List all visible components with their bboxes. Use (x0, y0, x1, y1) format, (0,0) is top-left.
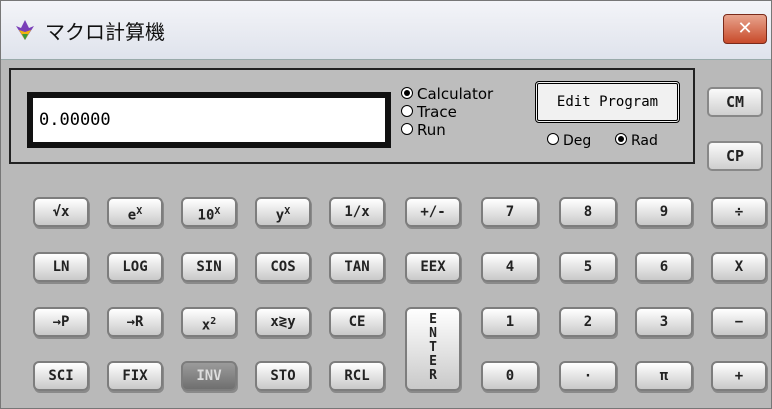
radio-icon (401, 105, 413, 117)
digit-7-key[interactable]: 7 (481, 197, 539, 227)
angle-rad-radio[interactable]: Rad (615, 133, 658, 149)
radio-selected-icon (401, 87, 413, 99)
angle-deg-radio[interactable]: Deg (547, 133, 591, 149)
calculator-window: マクロ計算機 ✕ 0.00000 Calculator Trace Run Ed… (0, 0, 772, 409)
sqrt-key[interactable]: √x (33, 197, 89, 227)
square-key[interactable]: x2 (181, 307, 237, 337)
divide-key[interactable]: ÷ (711, 197, 767, 227)
exp-key-base: e (127, 207, 137, 224)
cp-button[interactable]: CP (707, 141, 763, 171)
window-title: マクロ計算機 (45, 20, 165, 44)
sin-key[interactable]: SIN (181, 252, 237, 282)
pi-key[interactable]: π (635, 361, 693, 391)
digit-2-key[interactable]: 2 (559, 307, 617, 337)
power-key-base: y (275, 207, 285, 224)
swap-key[interactable]: x≷y (255, 307, 311, 337)
edit-program-button[interactable]: Edit Program (535, 81, 680, 123)
digit-6-key[interactable]: 6 (635, 252, 693, 282)
sign-key[interactable]: +/- (405, 197, 461, 227)
mode-trace-label: Trace (417, 103, 457, 121)
enter-letter: E (429, 354, 437, 369)
exp-key-exponent: X (136, 206, 143, 217)
eex-key[interactable]: EEX (405, 252, 461, 282)
square-key-exponent: 2 (210, 316, 217, 327)
exp-key[interactable]: eX (107, 197, 163, 227)
angle-deg-label: Deg (563, 133, 592, 149)
angle-rad-label: Rad (631, 133, 658, 149)
ln-key[interactable]: LN (33, 252, 89, 282)
ten-power-key-base: 10 (197, 207, 215, 224)
app-icon (16, 20, 34, 40)
close-button[interactable]: ✕ (723, 14, 767, 44)
ten-power-key-exponent: X (214, 206, 221, 217)
inv-key[interactable]: INV (181, 361, 237, 391)
digit-4-key[interactable]: 4 (481, 252, 539, 282)
enter-key[interactable]: E N T E R (405, 307, 461, 391)
mode-trace-radio[interactable]: Trace (401, 103, 457, 121)
subtract-key[interactable]: − (711, 307, 767, 337)
display-value: 0.00000 (33, 98, 385, 142)
power-key[interactable]: yX (255, 197, 311, 227)
result-display: 0.00000 (27, 92, 391, 148)
to-polar-key[interactable]: →P (33, 307, 89, 337)
add-key[interactable]: + (711, 361, 767, 391)
ten-power-key[interactable]: 10X (181, 197, 237, 227)
to-rect-key[interactable]: →R (107, 307, 163, 337)
ce-key[interactable]: CE (329, 307, 385, 337)
rcl-key[interactable]: RCL (329, 361, 385, 391)
decimal-point-key[interactable]: · (559, 361, 617, 391)
radio-icon (547, 133, 559, 145)
mode-calculator-radio[interactable]: Calculator (401, 85, 493, 103)
cm-button[interactable]: CM (707, 87, 763, 117)
sto-key[interactable]: STO (255, 361, 311, 391)
multiply-key[interactable]: X (711, 252, 767, 282)
enter-letter: T (429, 340, 437, 355)
fix-key[interactable]: FIX (107, 361, 163, 391)
digit-8-key[interactable]: 8 (559, 197, 617, 227)
digit-0-key[interactable]: 0 (481, 361, 539, 391)
square-key-base: x (201, 317, 211, 334)
title-bar[interactable]: マクロ計算機 ✕ (1, 1, 771, 60)
digit-3-key[interactable]: 3 (635, 307, 693, 337)
cos-key[interactable]: COS (255, 252, 311, 282)
log-key[interactable]: LOG (107, 252, 163, 282)
tan-key[interactable]: TAN (329, 252, 385, 282)
radio-selected-icon (615, 133, 627, 145)
radio-icon (401, 123, 413, 135)
enter-letter: N (429, 326, 437, 341)
sci-key[interactable]: SCI (33, 361, 89, 391)
reciprocal-key[interactable]: 1/x (329, 197, 385, 227)
digit-9-key[interactable]: 9 (635, 197, 693, 227)
digit-5-key[interactable]: 5 (559, 252, 617, 282)
enter-letter: E (429, 312, 437, 327)
mode-calculator-label: Calculator (417, 85, 494, 103)
power-key-exponent: X (284, 206, 291, 217)
mode-run-label: Run (417, 121, 446, 139)
enter-letter: R (429, 368, 437, 383)
digit-1-key[interactable]: 1 (481, 307, 539, 337)
mode-run-radio[interactable]: Run (401, 121, 446, 139)
